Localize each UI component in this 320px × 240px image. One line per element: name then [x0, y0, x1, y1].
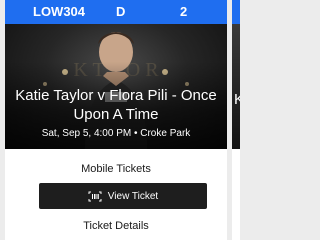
barcode-scan-icon — [88, 191, 102, 201]
event-image: K T L O R Katie Taylor v Flora Pili - On… — [5, 24, 227, 149]
view-ticket-button[interactable]: View Ticket — [39, 183, 207, 209]
ticket-details-heading[interactable]: Ticket Details — [5, 219, 227, 233]
next-ticket-card[interactable]: K — [232, 0, 240, 240]
next-seat-info-bar — [232, 0, 240, 24]
next-event-title: K — [234, 91, 240, 108]
ticket-carousel[interactable]: LOW304 D 2 K T L O R Katie Taylo — [0, 0, 240, 240]
ticket-card[interactable]: LOW304 D 2 K T L O R Katie Taylo — [5, 0, 227, 240]
event-date-venue: Sat, Sep 5, 4:00 PM • Croke Park — [41, 128, 191, 139]
row-value: D — [116, 4, 126, 19]
seat-info-bar: LOW304 D 2 — [5, 0, 227, 24]
mobile-tickets-heading: Mobile Tickets — [81, 163, 151, 175]
seat-value: 2 — [180, 4, 188, 19]
view-ticket-label: View Ticket — [107, 190, 159, 202]
section-value: LOW304 — [33, 4, 86, 19]
event-title: Katie Taylor v Flora Pili - Once Upon A … — [15, 87, 217, 123]
next-event-image — [232, 24, 240, 149]
